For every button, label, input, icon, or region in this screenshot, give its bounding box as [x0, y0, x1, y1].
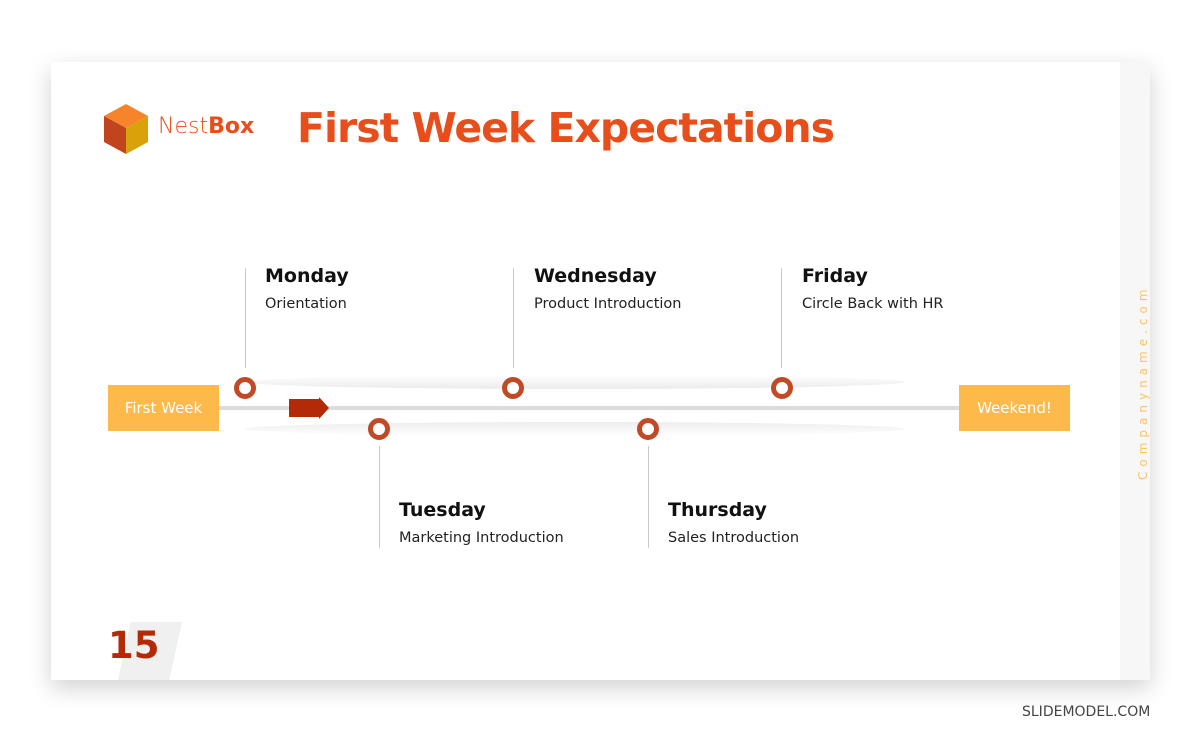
- footer-watermark: SLIDEMODEL.COM: [1022, 704, 1151, 720]
- wednesday-activity: Product Introduction: [534, 296, 682, 312]
- slide-title: First Week Expectations: [297, 104, 835, 152]
- brand-name-bold: Box: [208, 114, 255, 139]
- timeline-shadow-bottom: [245, 422, 905, 436]
- timeline-end-box: Weekend!: [959, 385, 1070, 431]
- company-website-text: Companyname.com: [1136, 284, 1150, 480]
- timeline-start-box: First Week: [108, 385, 219, 431]
- thursday-connector: [648, 446, 649, 548]
- monday-activity: Orientation: [265, 296, 347, 312]
- wednesday-connector: [513, 268, 514, 368]
- thursday-node: [637, 418, 659, 440]
- wednesday-node: [502, 377, 524, 399]
- tuesday-node: [368, 418, 390, 440]
- brand-name: NestBox: [158, 114, 254, 139]
- tuesday-activity: Marketing Introduction: [399, 530, 564, 546]
- thursday-activity: Sales Introduction: [668, 530, 800, 546]
- thursday-label: Thursday: [668, 499, 767, 521]
- friday-node: [771, 377, 793, 399]
- monday-connector: [245, 268, 246, 368]
- friday-connector: [781, 268, 782, 368]
- timeline-track: [219, 406, 961, 410]
- timeline-shadow-top: [245, 375, 905, 389]
- page-number: 15: [108, 624, 160, 667]
- cube-logo-icon: [104, 104, 148, 154]
- tuesday-connector: [379, 446, 380, 548]
- monday-node: [234, 377, 256, 399]
- arrow-right-icon: [289, 397, 329, 419]
- tuesday-label: Tuesday: [399, 499, 486, 521]
- monday-label: Monday: [265, 265, 349, 287]
- wednesday-label: Wednesday: [534, 265, 657, 287]
- friday-activity: Circle Back with HR: [802, 296, 944, 312]
- slide: [51, 62, 1150, 680]
- brand-name-light: Nest: [158, 114, 209, 139]
- friday-label: Friday: [802, 265, 868, 287]
